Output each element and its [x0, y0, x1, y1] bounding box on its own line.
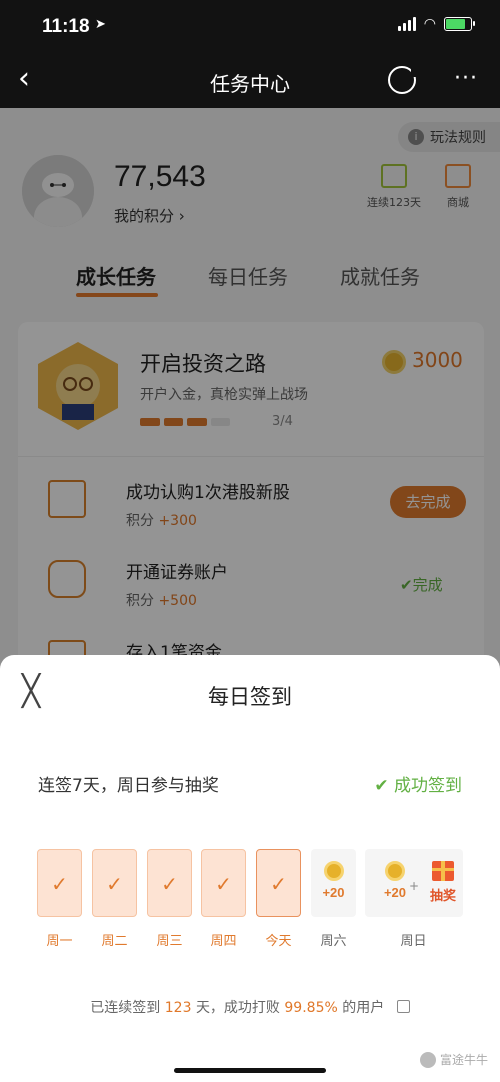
- day-box-mon: ✓: [37, 849, 82, 917]
- summary-suffix: 的用户: [342, 1000, 385, 1016]
- location-icon: ➤: [95, 17, 106, 32]
- day-box-today: ✓: [256, 849, 301, 917]
- status-bar: 11:18 ➤ ◠: [0, 0, 500, 52]
- day-label: 周三: [156, 934, 183, 949]
- cellular-signal-icon: [397, 17, 416, 31]
- checkin-success: ✔ 成功签到: [374, 776, 462, 796]
- check-icon: ✓: [51, 872, 68, 896]
- status-time: 11:18: [42, 16, 90, 37]
- share-icon[interactable]: [396, 1000, 410, 1013]
- streak-days: 123: [164, 1000, 192, 1016]
- beat-percent: 99.85%: [284, 1000, 338, 1016]
- day-label: 周二: [101, 934, 128, 949]
- check-icon: ✓: [215, 872, 232, 896]
- page-title: 任务中心: [210, 72, 290, 96]
- check-icon: ✓: [161, 872, 178, 896]
- daily-checkin-sheet: ╳ 每日签到 连签7天，周日参与抽奖 ✔ 成功签到 ✓ ✓ ✓ ✓ ✓ +20 …: [0, 655, 500, 1082]
- coin-icon: [385, 861, 405, 881]
- futu-logo-icon: [419, 1051, 436, 1068]
- lottery-label: 抽奖: [429, 889, 456, 904]
- day-box-thu: ✓: [201, 849, 246, 917]
- reward-amount: +20: [322, 885, 345, 900]
- day-label: 周日: [400, 934, 427, 949]
- watermark: 富途牛牛: [419, 1051, 488, 1068]
- day-label: 周六: [320, 934, 347, 949]
- plus-sign: +: [409, 879, 420, 893]
- refresh-icon[interactable]: [388, 66, 419, 94]
- nav-bar: ‹ 任务中心 ···: [0, 52, 500, 108]
- day-box-sat: +20: [311, 849, 356, 917]
- home-indicator[interactable]: [174, 1068, 326, 1073]
- more-icon[interactable]: ···: [454, 66, 478, 91]
- day-box-sun: +20 + 抽奖: [365, 849, 463, 917]
- streak-rule-text: 连签7天，周日参与抽奖: [38, 776, 219, 796]
- day-box-tue: ✓: [92, 849, 137, 917]
- battery-icon: [444, 17, 475, 31]
- check-icon: ✓: [270, 872, 287, 896]
- check-icon: ✓: [106, 872, 123, 896]
- gift-icon: [432, 861, 454, 881]
- summary-prefix: 已连续签到: [90, 1000, 161, 1016]
- watermark-text: 富途牛牛: [439, 1053, 488, 1067]
- wifi-icon: ◠: [423, 16, 436, 32]
- sheet-title: 每日签到: [208, 685, 292, 709]
- summary-middle: 天，成功打败: [195, 1000, 280, 1016]
- coin-icon: [323, 861, 344, 881]
- day-label: 今天: [265, 934, 292, 949]
- day-box-wed: ✓: [147, 849, 192, 917]
- day-label: 周四: [210, 934, 237, 949]
- streak-summary: 已连续签到 123 天，成功打败 99.85% 的用户: [0, 997, 500, 1017]
- status-icons: ◠: [397, 16, 475, 32]
- day-label: 周一: [46, 934, 73, 949]
- sunday-lottery: 抽奖: [423, 849, 463, 904]
